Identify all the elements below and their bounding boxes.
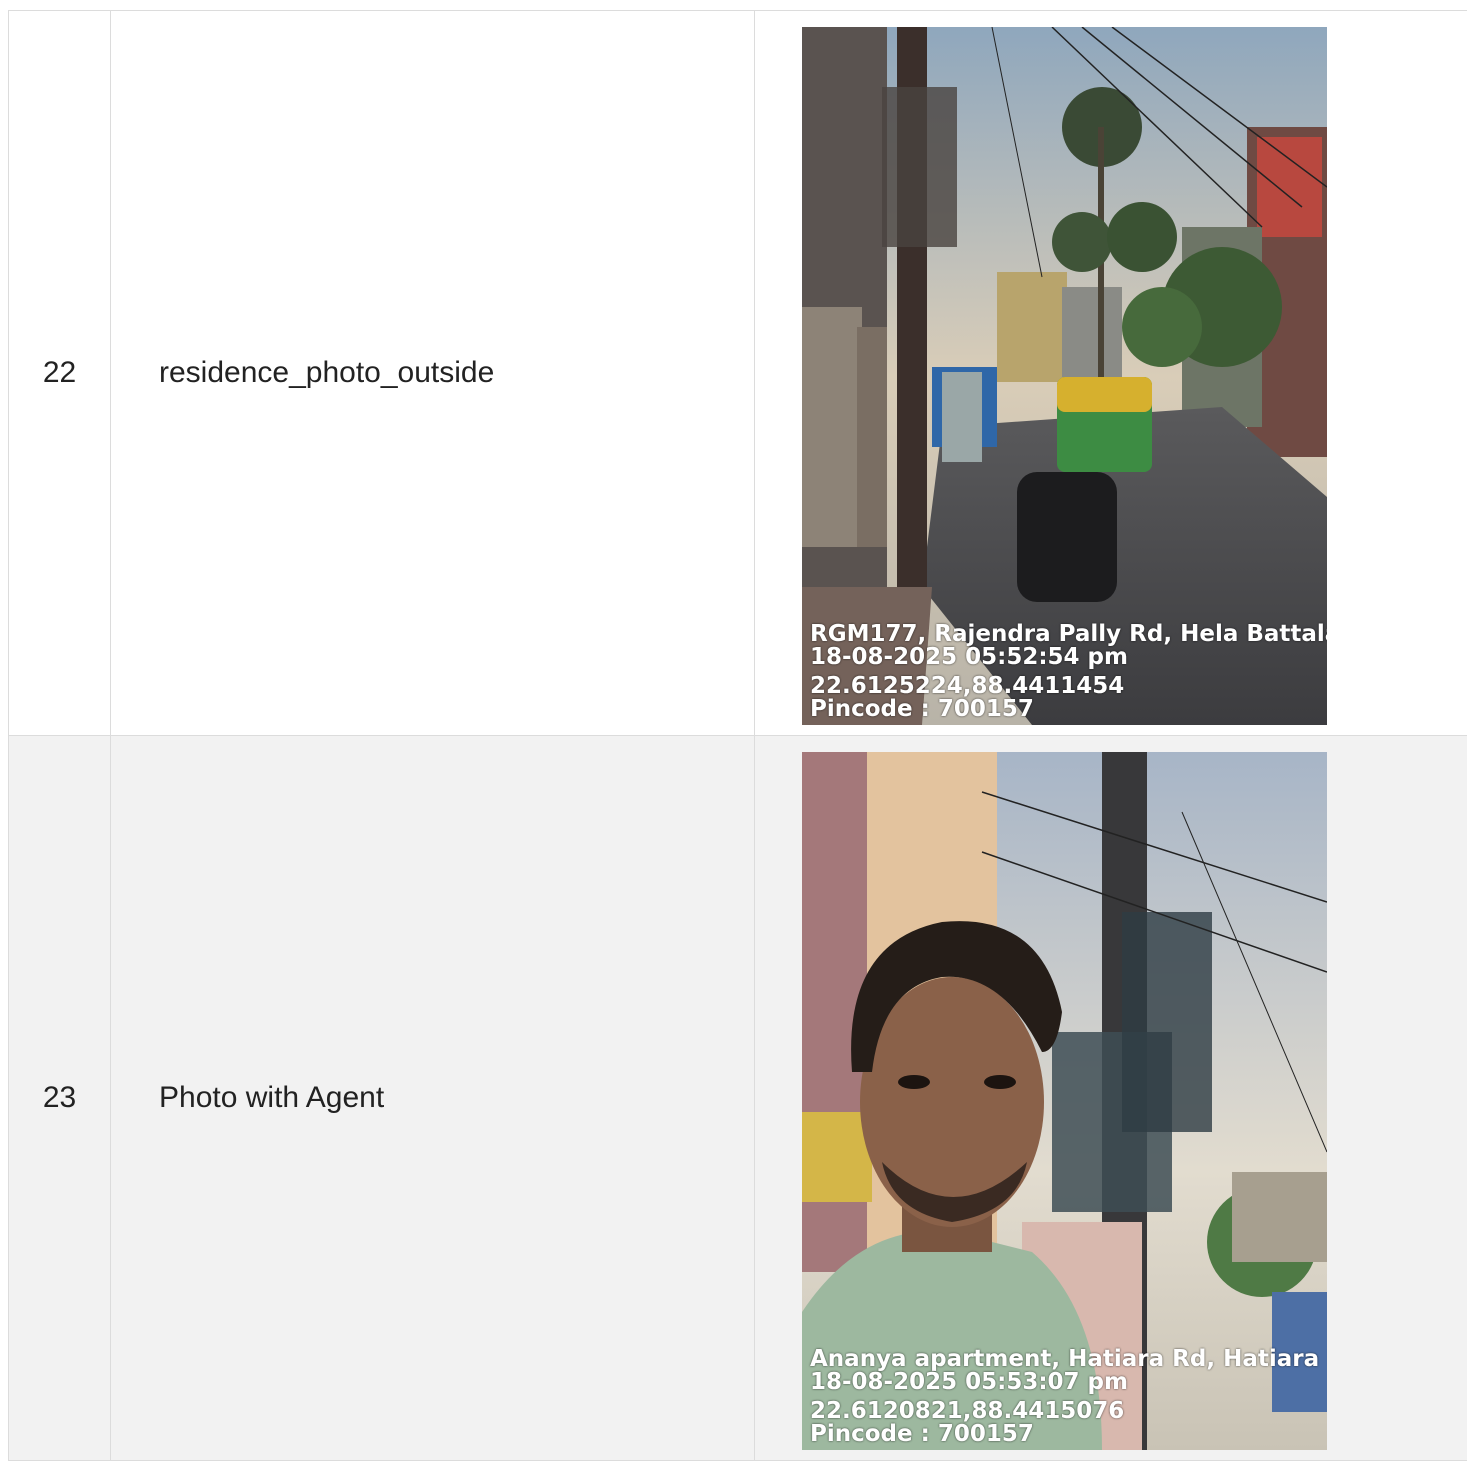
photo-geo-stamp: Ananya apartment, Hatiara Rd, Hatiara Ex… <box>810 1348 1327 1446</box>
photo-cell: RGM177, Rajendra Pally Rd, Hela Battala,… <box>755 11 1467 735</box>
table-row: 22 residence_photo_outside RGM177, Rajen… <box>9 11 1467 736</box>
stamp-address: RGM177, Rajendra Pally Rd, Hela Battala,… <box>810 621 1327 647</box>
stamp-address: Ananya apartment, Hatiara Rd, Hatiara Ex… <box>810 1346 1327 1372</box>
stamp-datetime: 18-08-2025 05:52:54 pm <box>810 644 1128 670</box>
stamp-datetime: 18-08-2025 05:53:07 pm <box>810 1369 1128 1395</box>
photo-cell: Ananya apartment, Hatiara Rd, Hatiara Ex… <box>755 736 1467 1460</box>
document-table: 22 residence_photo_outside RGM177, Rajen… <box>8 10 1467 1461</box>
row-label: Photo with Agent <box>111 736 755 1460</box>
stamp-coordinates: 22.6125224,88.4411454 <box>810 673 1125 699</box>
agent-photo[interactable]: Ananya apartment, Hatiara Rd, Hatiara Ex… <box>802 752 1327 1450</box>
row-label: residence_photo_outside <box>111 11 755 735</box>
table-row: 23 Photo with Agent Ananya apartment, Ha… <box>9 736 1467 1461</box>
stamp-pincode: Pincode : 700157 <box>810 1421 1034 1447</box>
photo-geo-stamp: RGM177, Rajendra Pally Rd, Hela Battala,… <box>810 623 1327 721</box>
stamp-pincode: Pincode : 700157 <box>810 696 1034 722</box>
row-number: 22 <box>9 11 111 735</box>
row-number: 23 <box>9 736 111 1460</box>
residence-photo[interactable]: RGM177, Rajendra Pally Rd, Hela Battala,… <box>802 27 1327 725</box>
stamp-coordinates: 22.6120821,88.4415076 <box>810 1398 1125 1424</box>
